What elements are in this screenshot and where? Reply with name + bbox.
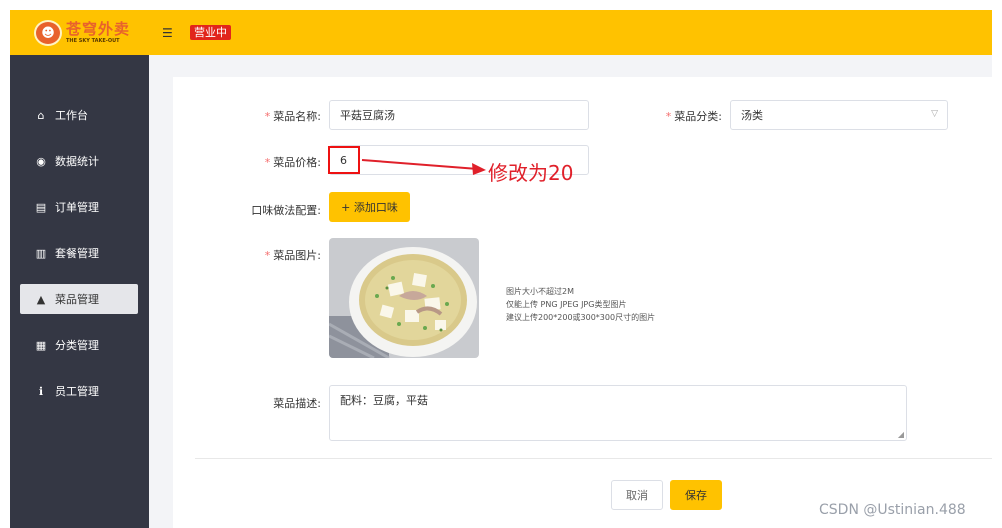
annotation-arrow-icon	[361, 159, 486, 175]
chevron-down-icon: ▽	[931, 109, 938, 119]
required-mark: *	[665, 110, 672, 123]
price-highlight-box	[328, 146, 360, 174]
image-tips: 图片大小不超过2M 仅能上传 PNG JPEG JPG类型图片 建议上传200*…	[506, 285, 655, 324]
price-label-text: 菜品价格:	[273, 156, 321, 169]
sidebar-item-employees[interactable]: ℹ 员工管理	[20, 376, 138, 406]
dish-name-value: 平菇豆腐汤	[340, 109, 395, 122]
add-flavor-button[interactable]: + 添加口味	[329, 192, 410, 222]
save-button[interactable]: 保存	[670, 480, 722, 510]
required-mark: *	[264, 249, 271, 262]
sidebar-item-label: 数据统计	[55, 155, 99, 168]
required-mark: *	[264, 156, 271, 169]
sidebar-item-workbench[interactable]: ⌂ 工作台	[20, 100, 138, 130]
resize-handle-icon[interactable]: ◢	[898, 430, 904, 439]
top-bar: ☻ 苍穹外卖 THE SKY TAKE-OUT ☰ 营业中	[10, 10, 992, 55]
category-select[interactable]: 汤类 ▽	[730, 100, 948, 130]
image-upload[interactable]	[329, 238, 479, 358]
sidebar-item-label: 菜品管理	[55, 293, 99, 306]
sidebar-item-label: 员工管理	[55, 385, 99, 398]
dish-icon: ▲	[36, 292, 46, 306]
description-textarea[interactable]: 配料：豆腐，平菇 ◢	[329, 385, 907, 441]
app-window: ☻ 苍穹外卖 THE SKY TAKE-OUT ☰ 营业中 ⌂ 工作台 ◉ 数据…	[10, 10, 992, 528]
category-label-text: 菜品分类:	[674, 110, 722, 123]
logo-icon: ☻	[34, 20, 62, 46]
annotation-text: 修改为20	[488, 161, 574, 185]
image-tip-dimension: 建议上传200*200或300*300尺寸的图片	[506, 313, 656, 322]
image-tip-type: 仅能上传 PNG JPEG JPG类型图片	[506, 300, 627, 309]
image-label: * 菜品图片:	[260, 247, 321, 263]
dish-photo	[329, 238, 479, 358]
info-icon: ℹ	[38, 384, 44, 398]
dish-name-label-text: 菜品名称:	[273, 110, 321, 123]
logo-text: 苍穹外卖 THE SKY TAKE-OUT	[66, 22, 130, 44]
divider	[195, 458, 992, 459]
sidebar: ⌂ 工作台 ◉ 数据统计 ▤ 订单管理 ▥ 套餐管理 ▲ 菜品管理 ▦ 分类管理…	[10, 55, 149, 528]
sidebar-item-label: 工作台	[55, 109, 88, 122]
logo-subtitle: THE SKY TAKE-OUT	[66, 38, 120, 44]
menu-toggle-icon[interactable]: ☰	[162, 26, 173, 40]
category-value: 汤类	[741, 109, 763, 122]
description-value: 配料：豆腐，平菇	[340, 394, 428, 407]
home-icon: ⌂	[37, 108, 45, 122]
dish-name-label: * 菜品名称:	[260, 108, 321, 124]
price-label: * 菜品价格:	[260, 154, 321, 170]
gift-icon: ▥	[35, 246, 47, 260]
sidebar-item-label: 订单管理	[55, 201, 99, 214]
logo: ☻ 苍穹外卖 THE SKY TAKE-OUT	[34, 20, 130, 46]
sidebar-item-setmeal[interactable]: ▥ 套餐管理	[20, 238, 138, 268]
grid-icon: ▦	[35, 338, 47, 352]
clipboard-icon: ▤	[35, 200, 47, 214]
description-label: 菜品描述:	[273, 397, 321, 410]
sidebar-item-orders[interactable]: ▤ 订单管理	[20, 192, 138, 222]
required-mark: *	[264, 110, 271, 123]
status-badge[interactable]: 营业中	[190, 25, 231, 40]
sidebar-item-categories[interactable]: ▦ 分类管理	[20, 330, 138, 360]
chart-icon: ◉	[36, 154, 46, 168]
sidebar-item-statistics[interactable]: ◉ 数据统计	[20, 146, 138, 176]
image-label-text: 菜品图片:	[273, 249, 321, 262]
sidebar-item-label: 套餐管理	[55, 247, 99, 260]
sidebar-item-dishes[interactable]: ▲ 菜品管理	[20, 284, 138, 314]
cancel-button[interactable]: 取消	[611, 480, 663, 510]
watermark: CSDN @Ustinian.488	[819, 502, 966, 518]
flavor-label: 口味做法配置:	[251, 204, 321, 217]
dish-name-input[interactable]: 平菇豆腐汤	[329, 100, 589, 130]
category-label: * 菜品分类:	[662, 108, 722, 124]
image-tip-size: 图片大小不超过2M	[506, 287, 574, 296]
logo-title: 苍穹外卖	[66, 20, 131, 38]
sidebar-item-label: 分类管理	[55, 339, 99, 352]
